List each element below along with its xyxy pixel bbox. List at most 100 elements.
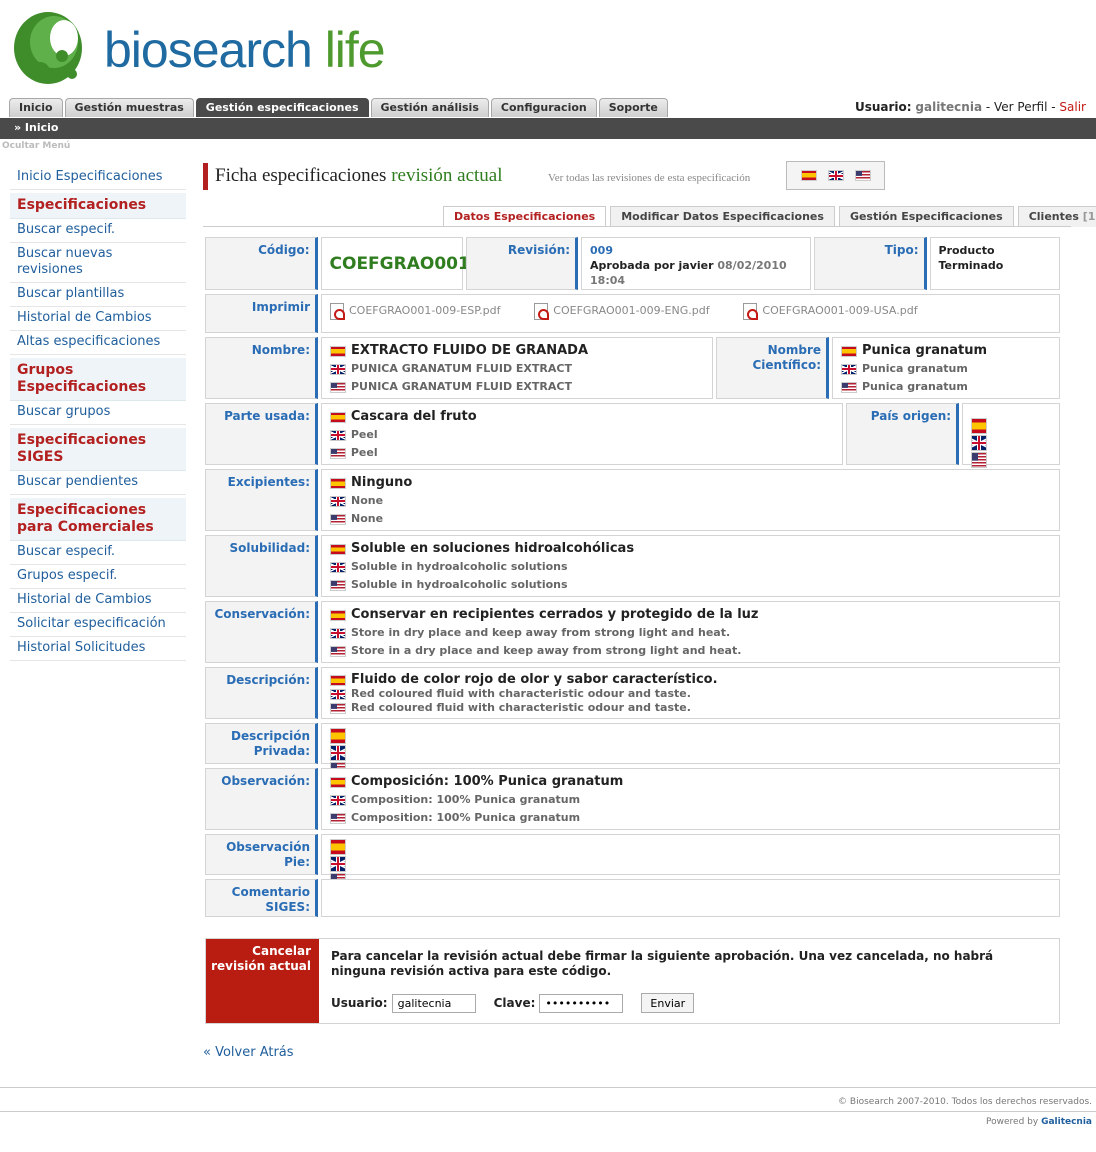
flag-uk-icon[interactable] <box>827 170 844 181</box>
row-observacion-pie: Observación Pie: <box>205 834 1060 889</box>
imprimir-label: Imprimir <box>205 294 318 333</box>
tab-datos-especificaciones[interactable]: Datos Especificaciones <box>443 206 607 227</box>
page-title-bar: Ficha especificaciones revisión actual <box>203 163 503 190</box>
sidebar-item-historial-cambios[interactable]: Historial de Cambios <box>10 307 186 331</box>
sidebar-item-buscar-nuevas-revisiones[interactable]: Buscar nuevas revisiones <box>10 243 186 283</box>
descripcion-us-text: Red coloured fluid with characteristic o… <box>351 701 691 714</box>
tab-clientes[interactable]: Clientes [1] <box>1017 206 1096 227</box>
descripcion-label: Descripción: <box>205 667 318 719</box>
flag-us-icon <box>330 513 346 525</box>
flag-uk-icon <box>329 429 346 441</box>
sidebar-item-buscar-plantillas[interactable]: Buscar plantillas <box>10 283 186 307</box>
tab-configuracion[interactable]: Configuracion <box>490 98 597 117</box>
tab-gestion-especificaciones[interactable]: Gestión especificaciones <box>195 98 369 117</box>
flag-uk-icon <box>971 435 988 451</box>
row-comentario-siges: Comentario SIGES: <box>205 879 1060 917</box>
flag-us-icon[interactable] <box>854 170 871 181</box>
flag-uk-icon <box>330 627 346 639</box>
sidebar-section-especificaciones: Especificaciones <box>10 193 186 219</box>
observacion-en-text: Composition: 100% Punica granatum <box>351 793 581 806</box>
tab-gestion-especificaciones-sub[interactable]: Gestión Especificaciones <box>838 206 1014 227</box>
back-link[interactable]: « Volver Atrás <box>203 1045 294 1060</box>
view-profile-link[interactable]: Ver Perfil <box>994 100 1047 114</box>
page-title: Ficha especificaciones revisión actual <box>215 163 503 189</box>
flag-es-icon <box>841 345 857 357</box>
flag-es-icon <box>330 543 346 555</box>
sidebar-item-comerciales-historial[interactable]: Historial de Cambios <box>10 589 186 613</box>
flag-us-icon <box>330 702 346 714</box>
tab-gestion-analisis[interactable]: Gestión análisis <box>370 98 489 117</box>
approved-date: 08/02/2010 <box>717 259 787 272</box>
hide-menu-link[interactable]: Ocultar Menú <box>2 141 70 151</box>
sidebar-item-comerciales-grupos[interactable]: Grupos especif. <box>10 565 186 589</box>
sidebar-item-buscar-pendientes[interactable]: Buscar pendientes <box>10 471 186 495</box>
desc-privada-label: Descripción Privada: <box>205 723 318 764</box>
brand-logo[interactable]: biosearch life <box>12 8 386 88</box>
nombre-en-text: PUNICA GRANATUM FLUID EXTRACT <box>351 362 572 375</box>
excipientes-label: Excipientes: <box>205 469 318 531</box>
codigo-value-cell: COEFGRAO001 <box>320 237 470 290</box>
excipientes-us-text: None <box>351 512 384 525</box>
row-codigo: Código: COEFGRAO001 Revisión: 009 Aproba… <box>205 237 1060 290</box>
sidebar-item-buscar-grupos[interactable]: Buscar grupos <box>10 401 186 425</box>
cientifico-us-text: Punica granatum <box>862 380 968 393</box>
desc-privada-values <box>321 723 1060 778</box>
flag-us-icon <box>330 812 346 824</box>
flag-uk-icon <box>330 794 346 806</box>
user-label: Usuario: <box>854 100 912 114</box>
conservacion-es-text: Conservar en recipientes cerrados y prot… <box>351 607 759 622</box>
cancel-revision-body: Para cancelar la revisión actual debe fi… <box>319 939 1059 1023</box>
solubilidad-us-text: Soluble in hydroalcoholic solutions <box>351 578 568 591</box>
pdf-filename: COEFGRAO001-009-ESP.pdf <box>349 304 501 317</box>
tab-inicio[interactable]: Inicio <box>9 98 63 117</box>
row-conservacion: Conservación: Conservar en recipientes c… <box>205 601 1060 663</box>
flag-uk-icon <box>330 745 346 761</box>
flag-es-icon <box>971 418 988 434</box>
nombre-label: Nombre: <box>205 337 318 399</box>
conservacion-us-text: Store in a dry place and keep away from … <box>351 644 742 657</box>
user-separator: - <box>982 100 995 114</box>
submit-button[interactable]: Enviar <box>641 993 695 1013</box>
pdf-link-esp[interactable]: COEFGRAO001-009-ESP.pdf <box>330 302 500 320</box>
tab-gestion-muestras[interactable]: Gestión muestras <box>64 98 194 117</box>
brand-wordmark: biosearch life <box>104 20 386 80</box>
approved-by: Aprobada por javier <box>590 259 714 272</box>
page-title-main: Ficha especificaciones <box>215 165 387 186</box>
sidebar-item-inicio-especificaciones[interactable]: Inicio Especificaciones <box>10 166 186 190</box>
flag-es-icon <box>330 345 346 357</box>
tab-modificar-datos[interactable]: Modificar Datos Especificaciones <box>610 206 835 227</box>
current-user: galitecnia <box>915 100 983 114</box>
row-descripcion: Descripción: Fluido de color rojo de olo… <box>205 667 1060 719</box>
cancel-message: Para cancelar la revisión actual debe fi… <box>331 949 994 978</box>
sidebar-item-altas-especificaciones[interactable]: Altas especificaciones <box>10 331 186 355</box>
sidebar-item-buscar-especif[interactable]: Buscar especif. <box>10 219 186 243</box>
sidebar-section-comerciales: Especificaciones para Comerciales <box>10 498 186 541</box>
footer-copyright: © Biosearch 2007-2010. Todos los derecho… <box>838 1097 1092 1107</box>
observacion-label: Observación: <box>205 768 318 830</box>
flag-es-icon <box>330 728 346 744</box>
powered-by-link[interactable]: Galitecnia <box>1041 1117 1092 1127</box>
observacion-values: Composición: 100% Punica granatum Compos… <box>321 768 1060 830</box>
cancel-pass-input[interactable] <box>539 993 624 1013</box>
flag-uk-icon <box>330 363 346 375</box>
solubilidad-es-text: Soluble en soluciones hidroalcohólicas <box>351 541 635 556</box>
sidebar-item-comerciales-buscar[interactable]: Buscar especif. <box>10 541 186 565</box>
sidebar-item-historial-solicitudes[interactable]: Historial Solicitudes <box>10 637 186 661</box>
pdf-link-usa[interactable]: COEFGRAO001-009-USA.pdf <box>743 302 918 320</box>
cancel-user-input[interactable] <box>391 993 476 1013</box>
logout-link[interactable]: Salir <box>1059 100 1086 114</box>
revision-cell: 009 Aprobada por javier 08/02/2010 18:04 <box>581 237 811 290</box>
sidebar-item-solicitar-especificacion[interactable]: Solicitar especificación <box>10 613 186 637</box>
parte-es-text: Cascara del fruto <box>350 409 477 424</box>
pdf-link-eng[interactable]: COEFGRAO001-009-ENG.pdf <box>534 302 710 320</box>
pdf-filename: COEFGRAO001-009-USA.pdf <box>762 304 918 317</box>
tab-soporte[interactable]: Soporte <box>598 98 668 117</box>
codigo-value: COEFGRAO001 <box>329 253 470 274</box>
all-revisions-link[interactable]: Ver todas las revisiones de esta especif… <box>548 172 750 184</box>
pdf-icon <box>330 303 345 320</box>
flag-es-icon[interactable] <box>800 170 817 181</box>
comentario-value <box>321 879 1060 917</box>
breadcrumb[interactable]: » Inicio <box>14 121 58 134</box>
flag-us-icon <box>330 645 346 657</box>
cientifico-es-text: Punica granatum <box>862 343 988 358</box>
